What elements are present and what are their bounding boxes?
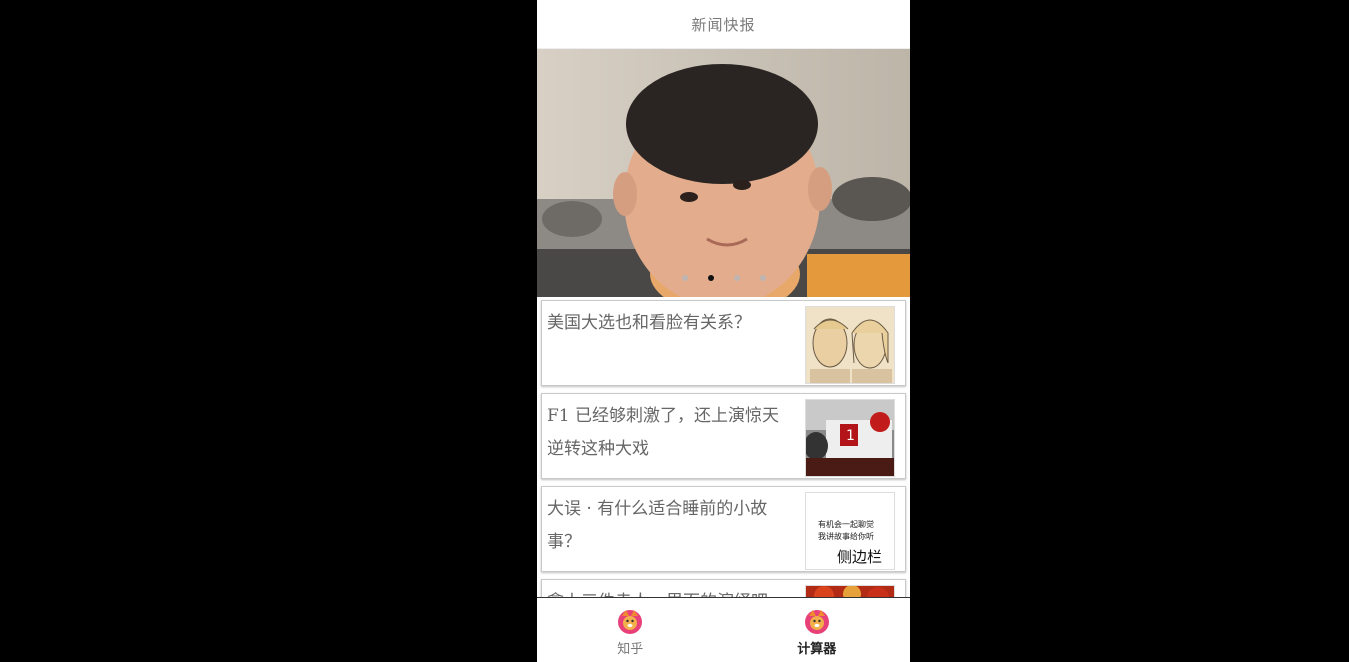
phone-screen: 新闻快报 美国大选也和看脸有关系？ F1 已经够刺激了，还上演惊天逆转这种大戏 …: [537, 0, 910, 662]
sidebar-label[interactable]: 侧边栏: [836, 546, 882, 567]
carousel-dots: [537, 275, 910, 283]
svg-text:1: 1: [846, 428, 855, 444]
fox-icon: [618, 610, 643, 634]
news-title: 美国大选也和看脸有关系？: [547, 313, 751, 333]
election-portraits-thumb: [805, 306, 895, 384]
news-list[interactable]: 美国大选也和看脸有关系？ F1 已经够刺激了，还上演惊天逆转这种大戏 1 大误 …: [537, 297, 910, 597]
news-title: 大误 · 有什么适合睡前的小故事？: [547, 499, 768, 552]
page-title: 新闻快报: [691, 15, 756, 34]
carousel-dot[interactable]: [759, 275, 766, 281]
banner-image: [537, 49, 910, 298]
banner-carousel[interactable]: [537, 49, 910, 298]
news-title: 拿上三件走人，里面的演绎吧: [547, 586, 792, 597]
news-card[interactable]: F1 已经够刺激了，还上演惊天逆转这种大戏 1: [541, 393, 906, 479]
thumb-text: 有机会一起聊觉: [818, 520, 874, 529]
tab-label: 知乎: [617, 642, 644, 657]
text-thumb: 有机会一起聊觉 我讲故事给你听 侧边栏: [805, 492, 895, 570]
thumb-text: 我讲故事给你听: [818, 532, 874, 541]
tab-calculator[interactable]: 计算器: [724, 598, 911, 662]
header-bar: 新闻快报: [537, 0, 910, 49]
fox-icon: [804, 610, 829, 634]
tab-label: 计算器: [797, 642, 837, 657]
race-car-thumb: 1: [805, 399, 895, 477]
news-card[interactable]: 大误 · 有什么适合睡前的小故事？ 有机会一起聊觉 我讲故事给你听 侧边栏: [541, 486, 906, 572]
carousel-dot[interactable]: [733, 275, 740, 281]
tab-zhihu[interactable]: 知乎: [537, 598, 724, 662]
carousel-dot-active[interactable]: [707, 275, 714, 281]
news-title: F1 已经够刺激了，还上演惊天逆转这种大戏: [547, 406, 780, 459]
bottom-tab-bar: 知乎 计算器: [537, 597, 910, 662]
carousel-dot[interactable]: [681, 275, 688, 281]
news-card[interactable]: 拿上三件走人，里面的演绎吧: [541, 579, 906, 597]
food-thumb: [805, 585, 895, 597]
news-card[interactable]: 美国大选也和看脸有关系？: [541, 300, 906, 386]
